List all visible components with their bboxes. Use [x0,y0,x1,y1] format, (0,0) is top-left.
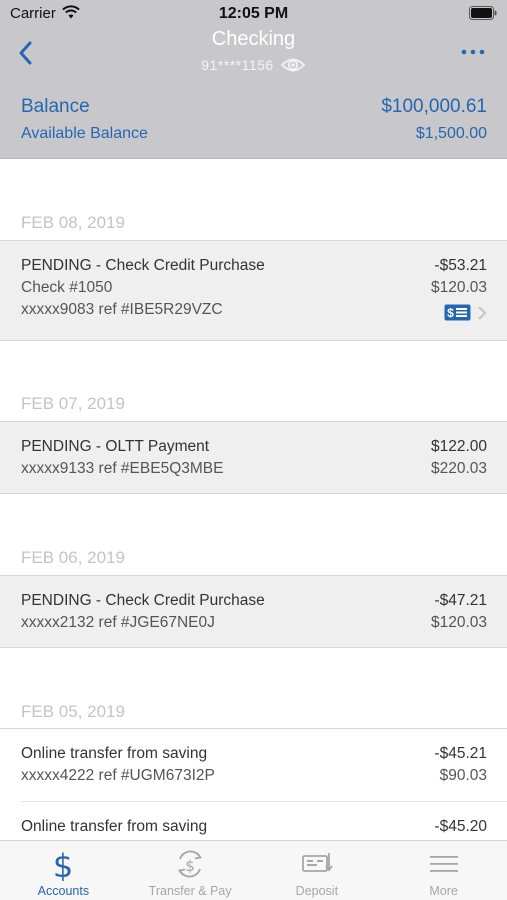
transaction-title: Online transfer from saving [21,745,208,762]
available-balance-label: Available Balance [21,125,148,142]
transaction-row[interactable]: PENDING - Check Credit Purchase -$53.21 … [0,240,507,341]
tab-label: More [429,884,458,898]
tab-bar: $ Accounts $ Transfer & Pay Deposit More [0,840,507,900]
date-header: FEB 06, 2019 [21,548,125,567]
running-balance: $120.03 [430,279,487,296]
battery-icon [469,6,497,20]
transaction-amount: -$53.21 [434,257,487,274]
clock: 12:05 PM [218,5,289,22]
running-balance: $220.03 [430,460,487,477]
transaction-list[interactable]: FEB 08, 2019 PENDING - Check Credit Purc… [0,160,507,840]
transaction-reference: xxxxx9083 ref #IBE5R29VZC [21,301,223,318]
more-options-icon[interactable] [459,40,487,64]
tab-deposit[interactable]: Deposit [254,841,381,900]
status-bar: Carrier 12:05 PM [0,0,507,28]
svg-text:$: $ [185,857,195,875]
balance-value: $100,000.61 [381,96,487,117]
transfer-icon: $ [178,850,203,878]
check-image-icon[interactable]: $ [444,304,471,321]
date-header: FEB 08, 2019 [21,213,125,232]
transaction-amount: -$45.20 [434,818,487,835]
transaction-reference: xxxxx9133 ref #EBE5Q3MBE [21,460,224,477]
account-number: 91****1156 [201,57,274,73]
transaction-row[interactable]: Online transfer from saving -$45.20 [21,801,507,840]
check-number: Check #1050 [21,279,113,296]
running-balance: $120.03 [430,614,487,631]
tab-label: Deposit [295,884,339,898]
menu-icon [429,856,458,872]
eye-icon[interactable] [280,56,306,74]
transaction-row[interactable]: PENDING - OLTT Payment $122.00 xxxxx9133… [0,421,507,494]
available-balance-value: $1,500.00 [415,125,487,142]
dollar-icon: $ [53,847,73,881]
date-header: FEB 07, 2019 [21,394,125,413]
transaction-title: PENDING - Check Credit Purchase [21,592,265,609]
page-title: Checking [211,28,296,50]
transaction-title: Online transfer from saving [21,818,208,835]
tab-label: Transfer & Pay [148,884,232,898]
transaction-reference: xxxxx4222 ref #UGM673I2P [21,767,215,784]
transaction-title: PENDING - OLTT Payment [21,438,210,455]
transaction-row[interactable]: PENDING - Check Credit Purchase -$47.21 … [0,575,507,648]
date-header: FEB 05, 2019 [21,702,125,721]
transaction-amount: -$47.21 [434,592,487,609]
chevron-right-icon [478,306,487,320]
account-number-row: 91****1156 [0,56,507,74]
tab-transfer-pay[interactable]: $ Transfer & Pay [127,841,254,900]
transaction-row[interactable]: Online transfer from saving -$45.21 xxxx… [0,728,507,801]
running-balance: $90.03 [439,767,487,784]
tab-label: Accounts [37,884,90,898]
deposit-check-icon [301,853,333,872]
account-header: Checking 91****1156 Balance $100,000.61 … [0,28,507,159]
transaction-amount: $122.00 [430,438,487,455]
tab-more[interactable]: More [380,841,507,900]
svg-text:$: $ [447,306,454,320]
balance-label: Balance [21,96,90,117]
transaction-reference: xxxxx2132 ref #JGE67NE0J [21,614,215,631]
tab-accounts[interactable]: $ Accounts [0,841,127,900]
transaction-title: PENDING - Check Credit Purchase [21,257,265,274]
transaction-amount: -$45.21 [434,745,487,762]
svg-text:$: $ [53,847,73,881]
